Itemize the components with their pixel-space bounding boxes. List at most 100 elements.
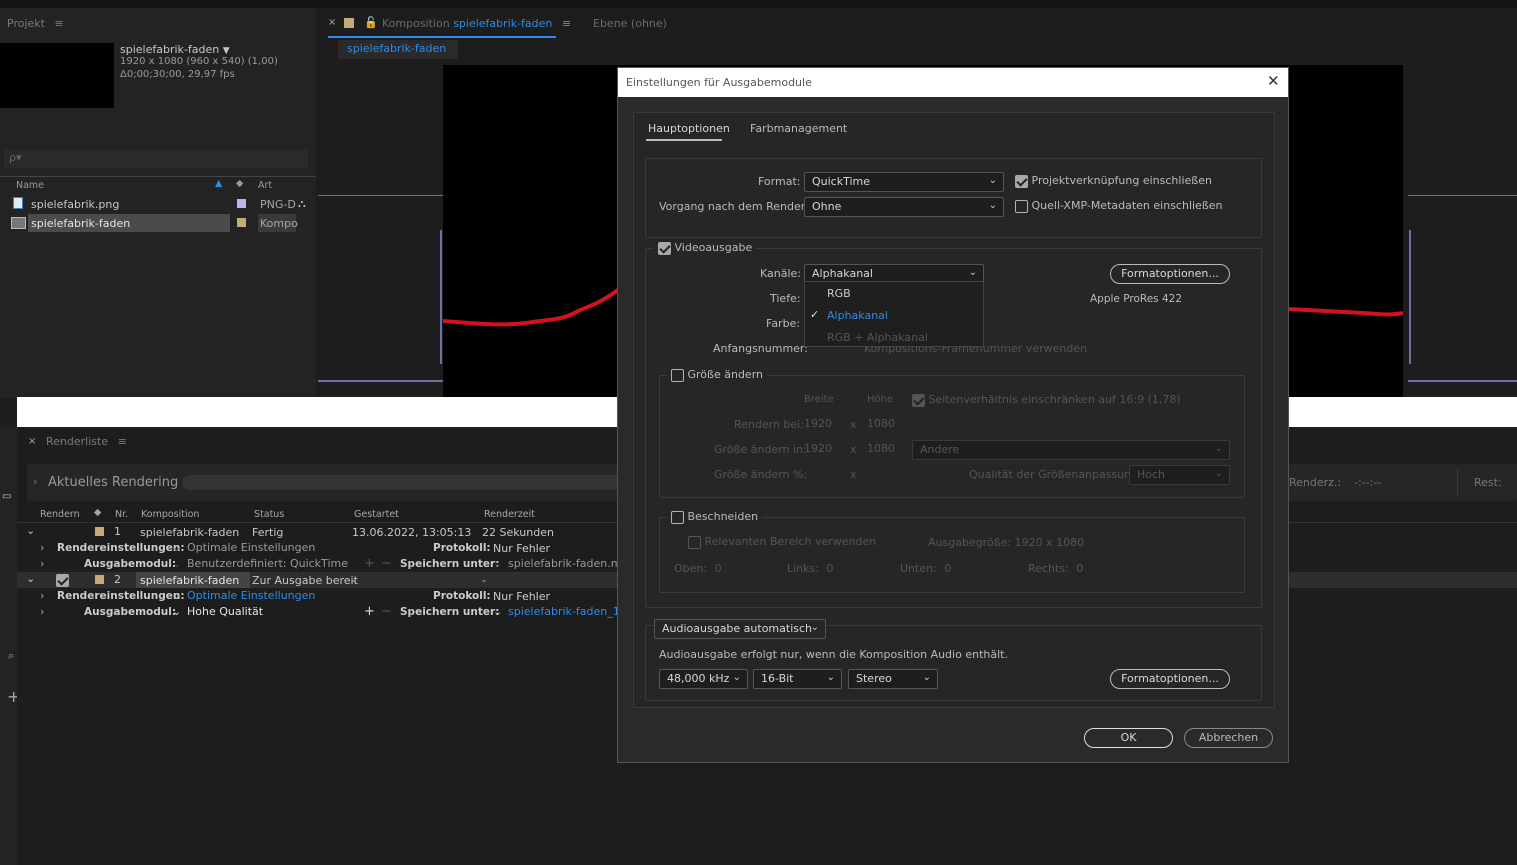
comp-info-name[interactable]: spielefabrik-faden ▼ (120, 43, 230, 56)
close-icon[interactable]: ✕ (1267, 72, 1280, 90)
composition-icon (11, 217, 26, 229)
label-swatch[interactable] (95, 575, 104, 584)
comp-tab[interactable]: Komposition spielefabrik-faden ≡ (382, 17, 571, 30)
channels-option-rgb[interactable]: RGB (827, 287, 851, 300)
audio-rate-select[interactable]: 48,000 kHz ⌄ (659, 669, 748, 689)
chevron-down-icon[interactable]: ⌄ (172, 557, 181, 570)
resize-quality-label: Qualität der Größenanpassung: (969, 468, 1142, 481)
render-settings-link[interactable]: Optimale Einstellungen (187, 541, 315, 554)
chevron-right-icon[interactable]: › (33, 475, 37, 488)
save-path-link[interactable]: spielefabrik-faden.mov (508, 557, 635, 570)
format-select[interactable]: QuickTime ⌄ (804, 172, 1004, 192)
audio-format-options-button[interactable]: Formatoptionen... (1110, 669, 1230, 689)
sort-up-icon[interactable]: ▲ (215, 178, 222, 189)
dialog-titlebar: Einstellungen für Ausgabemodule ✕ (618, 68, 1288, 97)
project-item-1[interactable]: spielefabrik-faden Kompo (0, 214, 316, 232)
audio-channels-select[interactable]: Stereo ⌄ (848, 669, 938, 689)
chevron-down-icon: ⌄ (826, 672, 835, 683)
menu-icon: ≡ (117, 435, 127, 448)
col-status[interactable]: Status (254, 509, 284, 520)
add-icon[interactable]: + (364, 604, 375, 619)
comp-breadcrumb[interactable]: spielefabrik-faden (338, 40, 458, 59)
window-gap (17, 397, 617, 427)
channels-option-rgb-alpha[interactable]: RGB + Alphakanal (827, 331, 928, 344)
project-link-checkbox[interactable]: Projektverknüpfung einschließen (1015, 174, 1212, 188)
crop-bottom[interactable]: 0 (944, 562, 951, 575)
search-icon[interactable]: ⌕ (8, 649, 14, 663)
render-time: 22 Sekunden (482, 526, 554, 539)
roi-checkbox[interactable]: Relevanten Bereich verwenden (688, 535, 876, 549)
crop-top[interactable]: 0 (715, 562, 722, 575)
remove-icon[interactable]: − (381, 556, 392, 571)
aspect-checkbox[interactable]: Seitenverhältnis einschränken auf 16:9 (… (912, 393, 1181, 407)
chevron-down-icon[interactable]: ⌄ (172, 605, 181, 618)
project-search-input[interactable]: ρ▾ (4, 150, 308, 168)
chevron-right-icon[interactable]: › (40, 589, 44, 602)
col-comp[interactable]: Komposition (141, 509, 199, 520)
close-icon[interactable]: × (28, 436, 36, 447)
resize-quality-select[interactable]: Hoch ⌄ (1129, 465, 1230, 485)
chevron-down-icon[interactable]: ⌄ (26, 572, 35, 585)
chevron-down-icon[interactable]: ⌄ (26, 524, 35, 537)
post-render-select[interactable]: Ohne ⌄ (804, 197, 1004, 217)
label-tag-icon[interactable]: ◆ (94, 507, 101, 518)
xmp-checkbox[interactable]: Quell-XMP-Metadaten einschließen (1015, 199, 1223, 213)
project-item-0[interactable]: spielefabrik.png PNG-D ⛬ (0, 195, 316, 213)
audio-note: Audioausgabe erfolgt nur, wenn die Kompo… (659, 648, 1008, 661)
resize-checkbox[interactable]: Größe ändern (667, 368, 767, 382)
crop-right[interactable]: 0 (1076, 562, 1083, 575)
chevron-right-icon[interactable]: › (40, 541, 44, 554)
video-output-checkbox[interactable]: Videoausgabe (654, 241, 757, 255)
chevron-down-icon[interactable]: ⌄ (172, 589, 181, 602)
col-rendertime[interactable]: Renderzeit (484, 509, 535, 520)
cancel-button[interactable]: Abbrechen (1184, 728, 1273, 748)
label-tag-icon[interactable]: ◆ (236, 178, 243, 189)
render-queue-tab[interactable]: Renderliste ≡ (46, 435, 127, 448)
color-label: Farbe: (766, 317, 801, 330)
resize-to-width[interactable]: 1920 (804, 442, 832, 455)
col-name[interactable]: Name (16, 180, 44, 191)
render-checkbox[interactable] (56, 573, 69, 587)
render-settings-link[interactable]: Optimale Einstellungen (187, 589, 315, 602)
log-select[interactable]: Nur Fehler (493, 590, 550, 603)
chevron-down-icon[interactable]: ⌄ (493, 557, 502, 570)
output-module-link[interactable]: Benutzerdefiniert: QuickTime (187, 557, 348, 570)
render-at-width: 1920 (804, 417, 832, 430)
audio-bits-select[interactable]: 16-Bit ⌄ (753, 669, 842, 689)
menu-icon[interactable]: ≡ (54, 17, 63, 30)
log-select[interactable]: Nur Fehler (493, 542, 550, 555)
chevron-right-icon[interactable]: › (40, 605, 44, 618)
output-module-link[interactable]: Hohe Qualität (187, 605, 263, 618)
chevron-down-icon[interactable]: ▼ (223, 46, 230, 56)
label-swatch[interactable] (237, 199, 246, 208)
label-swatch[interactable] (237, 218, 246, 227)
remove-icon[interactable]: − (381, 604, 392, 619)
label-swatch[interactable] (95, 527, 104, 536)
close-icon[interactable]: × (328, 17, 336, 28)
resize-preset-select[interactable]: Andere ⌄ (912, 440, 1230, 460)
channels-option-alpha[interactable]: Alphakanal (827, 309, 888, 322)
audio-mode-select[interactable]: Audioausgabe automatisch ⌄ (654, 619, 826, 639)
crop-checkbox[interactable]: Beschneiden (667, 510, 763, 524)
layer-tab[interactable]: Ebene (ohne) (593, 17, 667, 30)
lock-icon[interactable]: 🔓 (364, 16, 378, 29)
tab-main-options[interactable]: Hauptoptionen (648, 122, 730, 135)
chevron-down-icon: ⌄ (1214, 468, 1223, 479)
col-art[interactable]: Art (258, 180, 272, 191)
render-icon[interactable]: ▭ (2, 491, 11, 502)
video-format-options-button[interactable]: Formatoptionen... (1110, 264, 1230, 284)
chevron-down-icon[interactable]: ⌄ (493, 605, 502, 618)
hierarchy-icon[interactable]: ⛬ (298, 197, 306, 211)
chevron-down-icon[interactable]: ⌄ (172, 541, 181, 554)
crop-left[interactable]: 0 (826, 562, 833, 575)
chevron-right-icon[interactable]: › (40, 557, 44, 570)
col-started[interactable]: Gestartet (354, 509, 399, 520)
resize-to-height[interactable]: 1080 (867, 442, 895, 455)
project-tab[interactable]: Projekt ≡ (7, 17, 64, 30)
render-time: - (482, 574, 486, 587)
ok-button[interactable]: OK (1084, 728, 1173, 748)
col-nr[interactable]: Nr. (115, 509, 128, 520)
col-render[interactable]: Rendern (40, 509, 80, 520)
tab-color-management[interactable]: Farbmanagement (750, 122, 847, 135)
add-icon[interactable]: + (364, 556, 375, 571)
